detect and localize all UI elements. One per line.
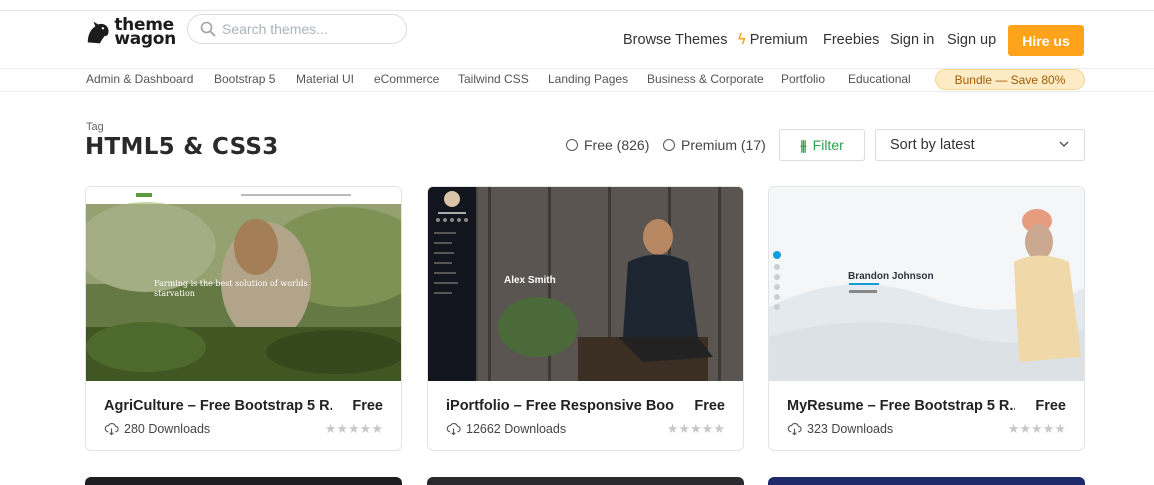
lightning-icon: ϟ [738, 32, 746, 48]
download-count-label: 12662 Downloads [466, 421, 567, 436]
theme-title[interactable]: iPortfolio – Free Responsive Boo... [446, 398, 674, 414]
radio-free-label: Free (826) [584, 137, 650, 153]
page-title: HTML5 & CSS3 [85, 134, 279, 160]
download-count-label: 280 Downloads [124, 421, 211, 436]
tag-label: Tag [86, 121, 104, 133]
category-portfolio[interactable]: Portfolio [781, 72, 825, 86]
theme-price: Free [1035, 398, 1066, 414]
rating-stars: ★★★★★ [666, 421, 725, 436]
sort-value: Sort by latest [890, 137, 975, 153]
category-bootstrap-5[interactable]: Bootstrap 5 [214, 72, 275, 86]
filter-button[interactable]: ⫵ Filter [779, 129, 865, 161]
thumbnail-caption: Brandon Johnson [848, 271, 934, 282]
theme-thumbnail[interactable]: Brandon Johnson [769, 187, 1084, 381]
nav-premium-label: Premium [749, 32, 808, 48]
brand-logo[interactable]: theme wagon [84, 14, 176, 50]
category-educational[interactable]: Educational [848, 72, 911, 86]
category-tailwind-css[interactable]: Tailwind CSS [458, 72, 529, 86]
nav-sign-in[interactable]: Sign in [890, 32, 934, 48]
download-count: 280 Downloads [104, 421, 210, 436]
category-landing-pages[interactable]: Landing Pages [548, 72, 628, 86]
sliders-icon: ⫵ [800, 136, 807, 153]
brand-line-2: wagon [114, 29, 176, 49]
nav-sign-up[interactable]: Sign up [947, 32, 996, 48]
cloud-download-icon [104, 423, 119, 436]
radio-free[interactable]: Free (826) [566, 137, 649, 153]
rating-stars: ★★★★★ [324, 421, 383, 436]
cloud-download-icon [446, 423, 461, 436]
theme-title[interactable]: MyResume – Free Bootstrap 5 R... [787, 398, 1015, 414]
theme-title[interactable]: AgriCulture – Free Bootstrap 5 R... [104, 398, 332, 414]
theme-card-partial[interactable] [768, 477, 1085, 485]
category-material-ui[interactable]: Material UI [296, 72, 354, 86]
nav-browse-themes[interactable]: Browse Themes [623, 32, 728, 48]
download-count-label: 323 Downloads [807, 421, 894, 436]
theme-thumbnail[interactable]: Farming is the best solution of worlds s… [86, 187, 401, 381]
radio-circle-icon [566, 139, 578, 151]
nav-freebies[interactable]: Freebies [823, 32, 879, 48]
download-count: 12662 Downloads [446, 421, 566, 436]
category-business-corporate[interactable]: Business & Corporate [647, 72, 764, 86]
theme-price: Free [352, 398, 383, 414]
theme-card-iportfolio[interactable]: Alex Smith iPortfolio – Free Responsive … [427, 186, 744, 451]
hire-us-button[interactable]: Hire us [1008, 25, 1084, 56]
theme-card-agriculture[interactable]: Farming is the best solution of worlds s… [85, 186, 402, 451]
category-ecommerce[interactable]: eCommerce [374, 72, 439, 86]
thumbnail-caption: Farming is the best solution of worlds s… [154, 279, 308, 298]
category-admin-dashboard[interactable]: Admin & Dashboard [86, 72, 193, 86]
theme-card-partial[interactable] [427, 477, 744, 485]
nav-premium[interactable]: ϟ Premium [738, 32, 808, 48]
cloud-download-icon [787, 423, 802, 436]
theme-price: Free [694, 398, 725, 414]
filter-label: Filter [812, 137, 844, 153]
thumbnail-caption: Alex Smith [504, 275, 556, 286]
search-box[interactable] [187, 14, 407, 44]
sort-select[interactable]: Sort by latest [875, 129, 1085, 161]
download-count: 323 Downloads [787, 421, 893, 436]
radio-circle-icon [663, 139, 675, 151]
theme-card-partial[interactable] [85, 477, 402, 485]
search-input[interactable] [222, 21, 392, 37]
rating-stars: ★★★★★ [1007, 421, 1066, 436]
horse-logo-icon [87, 21, 109, 44]
theme-thumbnail[interactable]: Alex Smith [428, 187, 743, 381]
search-icon [200, 21, 216, 37]
bundle-badge[interactable]: Bundle — Save 80% [935, 69, 1085, 90]
radio-premium-label: Premium (17) [681, 137, 766, 153]
chevron-down-icon [1059, 141, 1069, 147]
radio-premium[interactable]: Premium (17) [663, 137, 766, 153]
theme-card-myresume[interactable]: Brandon Johnson MyResume – Free Bootstra… [768, 186, 1085, 451]
